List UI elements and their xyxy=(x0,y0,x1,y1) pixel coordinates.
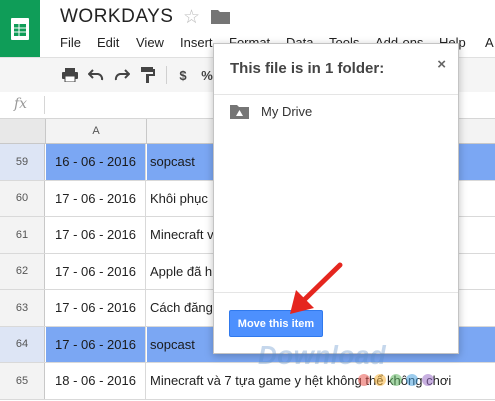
redo-icon[interactable] xyxy=(112,66,132,84)
print-icon[interactable] xyxy=(60,66,80,84)
popup-divider xyxy=(214,94,458,95)
drive-folder-icon xyxy=(230,105,249,119)
date-cell[interactable]: 17 - 06 - 2016 xyxy=(46,217,146,253)
row-number[interactable]: 61 xyxy=(0,217,45,253)
row-number[interactable]: 63 xyxy=(0,290,45,326)
menu-view[interactable]: View xyxy=(136,35,164,50)
select-all-corner[interactable] xyxy=(0,119,46,143)
percent-format-button[interactable]: % xyxy=(200,66,214,84)
row-number[interactable]: 60 xyxy=(0,180,45,216)
watermark-dot xyxy=(422,374,434,386)
date-cell[interactable]: 17 - 06 - 2016 xyxy=(46,180,146,216)
date-cell[interactable]: 17 - 06 - 2016 xyxy=(46,326,146,362)
star-icon[interactable]: ☆ xyxy=(183,6,200,29)
menu-edit[interactable]: Edit xyxy=(97,35,119,50)
menu-insert[interactable]: Insert xyxy=(180,35,213,50)
folder-entry-my-drive[interactable]: My Drive xyxy=(230,104,312,119)
date-cell[interactable]: 17 - 06 - 2016 xyxy=(46,290,146,326)
undo-icon[interactable] xyxy=(86,66,106,84)
watermark-dot xyxy=(358,374,370,386)
folder-icon[interactable] xyxy=(211,9,230,29)
column-header-a[interactable]: A xyxy=(46,119,147,143)
document-title[interactable]: WORKDAYS xyxy=(60,6,173,28)
watermark-dot xyxy=(406,374,418,386)
sheets-logo-icon[interactable] xyxy=(0,0,40,57)
menu-a[interactable]: A xyxy=(485,35,494,50)
date-cell[interactable]: 16 - 06 - 2016 xyxy=(46,144,146,180)
row-number[interactable]: 59 xyxy=(0,144,45,180)
date-cell[interactable]: 18 - 06 - 2016 xyxy=(46,363,146,399)
row-number[interactable]: 64 xyxy=(0,326,45,362)
red-arrow-annotation xyxy=(290,262,343,314)
close-icon[interactable]: × xyxy=(437,56,446,73)
watermark-dot xyxy=(374,374,386,386)
watermark-dots xyxy=(358,374,434,386)
date-cell[interactable]: 17 - 06 - 2016 xyxy=(46,253,146,289)
watermark-logo: Download xyxy=(258,340,387,370)
formula-divider xyxy=(44,96,45,114)
popup-title: This file is in 1 folder: xyxy=(230,60,385,77)
currency-format-button[interactable]: $ xyxy=(176,66,190,84)
toolbar-divider xyxy=(166,66,167,84)
row-number[interactable]: 65 xyxy=(0,363,45,399)
watermark-dot xyxy=(390,374,402,386)
menu-file[interactable]: File xyxy=(60,35,81,50)
paint-format-icon[interactable] xyxy=(138,66,158,84)
fx-icon: fx xyxy=(14,96,28,112)
row-number[interactable]: 62 xyxy=(0,253,45,289)
folder-name: My Drive xyxy=(261,104,313,119)
